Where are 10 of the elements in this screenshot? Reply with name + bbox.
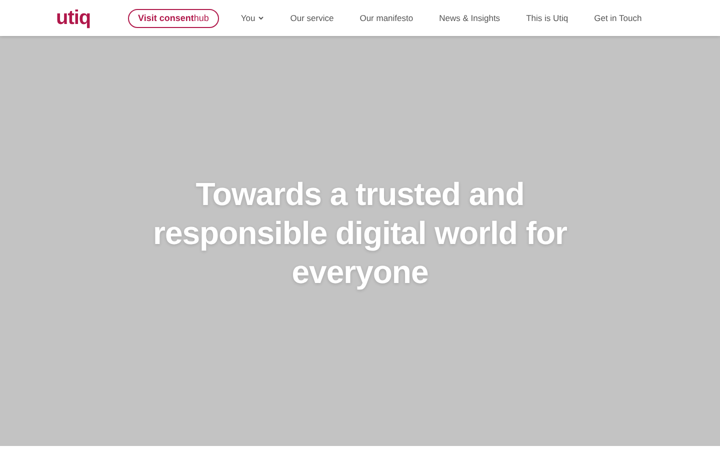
hero-heading: Towards a trusted and responsible digital world for everyone (152, 174, 568, 292)
consent-hub-button[interactable]: Visit consenthub (128, 8, 219, 28)
nav-link[interactable]: You (240, 12, 264, 24)
nav-link[interactable]: This is Utiq (526, 12, 568, 24)
chevron-down-icon (258, 16, 264, 20)
logo[interactable]: utiq (56, 8, 128, 28)
nav-link[interactable]: Get in Touch (594, 12, 642, 24)
nav-link[interactable]: Our service (290, 12, 334, 24)
nav-link[interactable]: News & Insights (439, 12, 500, 24)
nav-link[interactable]: Our manifesto (360, 12, 414, 24)
